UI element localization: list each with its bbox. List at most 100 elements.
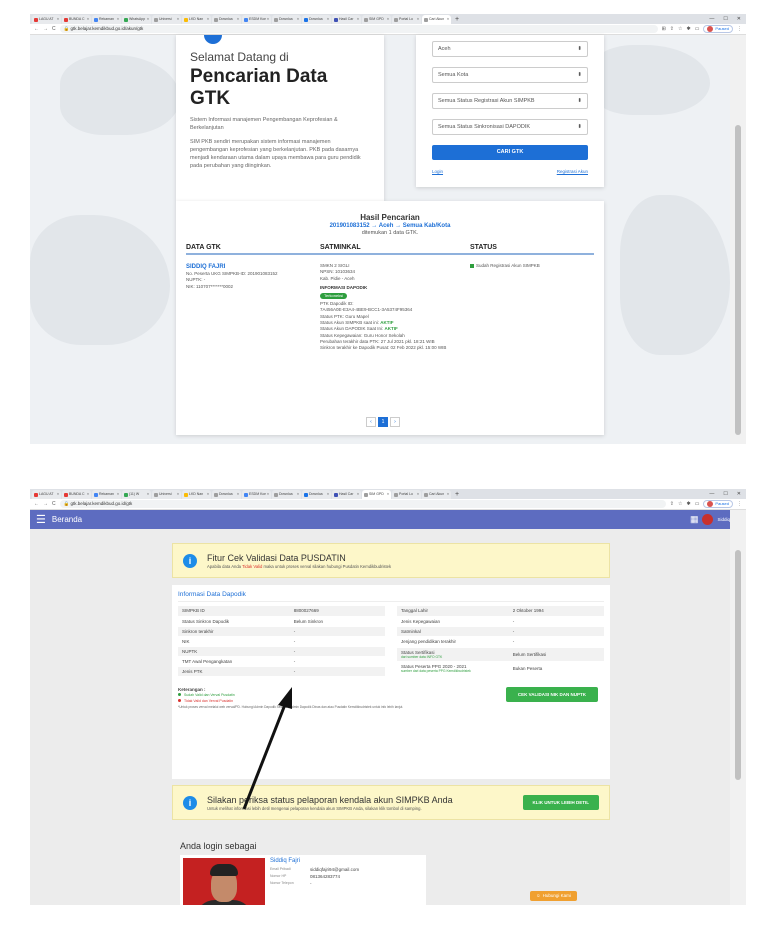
- tab-close-icon[interactable]: ×: [147, 15, 149, 24]
- extension-icon[interactable]: ⊞: [662, 26, 666, 32]
- registration-status-select[interactable]: Semua Status Registrasi Akun SIMPKB ⬍: [432, 93, 588, 109]
- menu-kebab-icon[interactable]: ⋮: [737, 501, 742, 507]
- tab-close-icon[interactable]: ×: [57, 490, 59, 499]
- tab-close-icon[interactable]: ×: [417, 490, 419, 499]
- share-icon[interactable]: ⇪: [670, 26, 674, 32]
- browser-tab[interactable]: Portal Lo ×: [392, 490, 421, 499]
- forward-icon[interactable]: →: [43, 26, 48, 32]
- tab-close-icon[interactable]: ×: [297, 490, 299, 499]
- check-nik-nuptk-button[interactable]: CEK VALIDASI NIK DAN NUPTK: [505, 686, 598, 702]
- browser-tab[interactable]: SIM GPD ×: [362, 15, 391, 24]
- forward-icon[interactable]: →: [43, 501, 48, 507]
- prev-page-button[interactable]: ‹: [366, 417, 376, 427]
- minimize-icon[interactable]: —: [709, 15, 714, 24]
- sync-status-select[interactable]: Semua Status Sinkronisasi DAPODIK ⬍: [432, 119, 588, 135]
- browser-tab[interactable]: Hasil Car ×: [332, 490, 361, 499]
- tab-close-icon[interactable]: ×: [207, 15, 209, 24]
- tab-close-icon[interactable]: ×: [447, 490, 449, 499]
- gtk-name-link[interactable]: SIDDIQ FAJRI: [186, 263, 320, 271]
- browser-tab[interactable]: ESDM Kon ×: [242, 15, 271, 24]
- close-window-icon[interactable]: ✕: [737, 15, 741, 24]
- tab-close-icon[interactable]: ×: [237, 490, 239, 499]
- bookmark-star-icon[interactable]: ☆: [678, 26, 682, 32]
- tab-close-icon[interactable]: ×: [387, 15, 389, 24]
- browser-tab[interactable]: Portal Lo ×: [392, 15, 421, 24]
- scrollbar-thumb[interactable]: [735, 125, 741, 435]
- sidebar-icon[interactable]: ▭: [695, 501, 700, 507]
- url-input[interactable]: 🔒 gtk.belajar.kemdikbud.go.id/akun/gtk: [59, 25, 658, 33]
- browser-tab[interactable]: Cari Akun ×: [422, 15, 451, 24]
- page-scrollbar[interactable]: [730, 35, 746, 444]
- avatar[interactable]: [702, 514, 714, 525]
- search-gtk-button[interactable]: CARI GTK: [432, 145, 588, 160]
- browser-tab[interactable]: BUNDA C ×: [62, 490, 91, 499]
- browser-tab[interactable]: (11) W ×: [122, 490, 151, 499]
- minimize-icon[interactable]: —: [709, 490, 714, 499]
- sidebar-icon[interactable]: ▭: [695, 26, 700, 32]
- browser-tab[interactable]: Downloa ×: [272, 15, 301, 24]
- browser-tab[interactable]: Universi ×: [152, 15, 181, 24]
- browser-tab[interactable]: Hasil Car ×: [332, 15, 361, 24]
- menu-kebab-icon[interactable]: ⋮: [737, 26, 742, 32]
- share-icon[interactable]: ⇪: [670, 501, 674, 507]
- tab-close-icon[interactable]: ×: [267, 15, 269, 24]
- tab-close-icon[interactable]: ×: [357, 15, 359, 24]
- tab-close-icon[interactable]: ×: [327, 490, 329, 499]
- profile-chip[interactable]: Paused: [703, 500, 733, 508]
- tab-close-icon[interactable]: ×: [417, 15, 419, 24]
- tab-close-icon[interactable]: ×: [177, 15, 179, 24]
- browser-tab[interactable]: LAGU AT ×: [32, 490, 61, 499]
- browser-tab[interactable]: SIM GPD ×: [362, 490, 391, 499]
- bookmark-star-icon[interactable]: ☆: [678, 501, 682, 507]
- browser-tab[interactable]: Rekaman ×: [92, 15, 121, 24]
- more-detail-button[interactable]: KLIK UNTUK LEBIH DETIL: [522, 795, 599, 810]
- browser-tab[interactable]: BUNDA C ×: [62, 15, 91, 24]
- register-link[interactable]: Registrasi Akun: [557, 169, 588, 174]
- tab-close-icon[interactable]: ×: [447, 15, 449, 24]
- tab-close-icon[interactable]: ×: [297, 15, 299, 24]
- browser-tab[interactable]: Downloa ×: [212, 15, 241, 24]
- tab-close-icon[interactable]: ×: [147, 490, 149, 499]
- login-link[interactable]: Login: [432, 169, 443, 174]
- maximize-icon[interactable]: ☐: [723, 490, 727, 499]
- browser-tab[interactable]: Downloa ×: [212, 490, 241, 499]
- back-icon[interactable]: ←: [34, 26, 39, 32]
- city-select[interactable]: Semua Kota ⬍: [432, 67, 588, 83]
- tab-close-icon[interactable]: ×: [177, 490, 179, 499]
- tab-close-icon[interactable]: ×: [117, 490, 119, 499]
- tab-close-icon[interactable]: ×: [87, 15, 89, 24]
- browser-tab[interactable]: LAGU AT ×: [32, 15, 61, 24]
- tab-close-icon[interactable]: ×: [207, 490, 209, 499]
- new-tab-icon[interactable]: +: [452, 490, 462, 499]
- tab-close-icon[interactable]: ×: [267, 490, 269, 499]
- browser-tab[interactable]: Cari Akun ×: [422, 490, 451, 499]
- province-select[interactable]: Aceh ⬍: [432, 41, 588, 57]
- next-page-button[interactable]: ›: [390, 417, 400, 427]
- tab-close-icon[interactable]: ×: [57, 15, 59, 24]
- browser-tab[interactable]: Universi ×: [152, 490, 181, 499]
- puzzle-icon[interactable]: ✱: [686, 26, 690, 32]
- back-icon[interactable]: ←: [34, 501, 39, 507]
- browser-tab[interactable]: Rekaman ×: [92, 490, 121, 499]
- new-tab-icon[interactable]: +: [452, 15, 462, 24]
- page-1-button[interactable]: 1: [378, 417, 388, 427]
- profile-chip[interactable]: Paused: [703, 25, 733, 33]
- browser-tab[interactable]: LKD Nan ×: [182, 490, 211, 499]
- reload-icon[interactable]: C: [52, 26, 56, 32]
- tab-close-icon[interactable]: ×: [357, 490, 359, 499]
- tab-close-icon[interactable]: ×: [117, 15, 119, 24]
- puzzle-icon[interactable]: ✱: [686, 501, 690, 507]
- page-scrollbar[interactable]: [730, 510, 746, 905]
- tab-close-icon[interactable]: ×: [237, 15, 239, 24]
- browser-tab[interactable]: WhatsApp ×: [122, 15, 151, 24]
- browser-tab[interactable]: Downloa ×: [272, 490, 301, 499]
- scrollbar-thumb[interactable]: [735, 550, 741, 780]
- close-window-icon[interactable]: ✕: [737, 490, 741, 499]
- contact-us-button[interactable]: ☺ Hubungi Kami: [530, 891, 577, 901]
- browser-tab[interactable]: ESDM Kon ×: [242, 490, 271, 499]
- reload-icon[interactable]: C: [52, 501, 56, 507]
- browser-tab[interactable]: Downloa ×: [302, 15, 331, 24]
- tab-close-icon[interactable]: ×: [327, 15, 329, 24]
- apps-grid-icon[interactable]: ▦: [690, 514, 699, 525]
- url-input[interactable]: 🔒 gtk.belajar.kemdikbud.go.id/gtk: [59, 500, 666, 508]
